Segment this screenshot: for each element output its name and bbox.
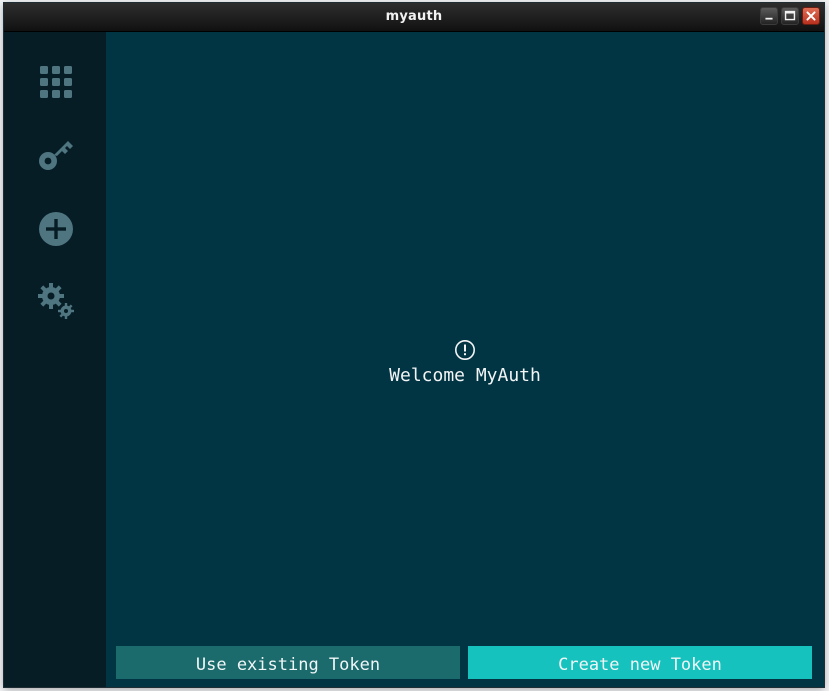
token-actions: Use existing Token Create new Token [116,646,814,679]
grid-icon [40,66,72,98]
alert-circle-icon [455,340,475,360]
gears-icon [38,283,74,319]
nav-dashboard[interactable] [36,62,76,102]
welcome-text: Welcome MyAuth [389,365,541,386]
window-controls [760,7,820,25]
app-window: myauth Welcome MyAuth Use existing Token… [4,3,824,687]
nav-settings[interactable] [36,281,76,321]
nav-add[interactable] [36,209,76,249]
close-icon [806,11,816,21]
use-existing-token-button[interactable]: Use existing Token [116,646,460,679]
add-circle-icon [39,212,73,246]
minimize-button[interactable] [760,7,778,25]
maximize-button[interactable] [781,7,799,25]
title-bar[interactable]: myauth [4,3,824,32]
key-icon [39,141,73,170]
minimize-icon [765,17,773,20]
welcome-panel: Welcome MyAuth [106,339,824,386]
main-content: Welcome MyAuth Use existing Token Create… [106,32,824,687]
nav-keys[interactable] [36,135,76,175]
close-button[interactable] [802,7,820,25]
maximize-icon [784,10,796,21]
create-new-token-button[interactable]: Create new Token [468,646,812,679]
window-title: myauth [385,9,443,24]
sidebar [4,32,106,687]
